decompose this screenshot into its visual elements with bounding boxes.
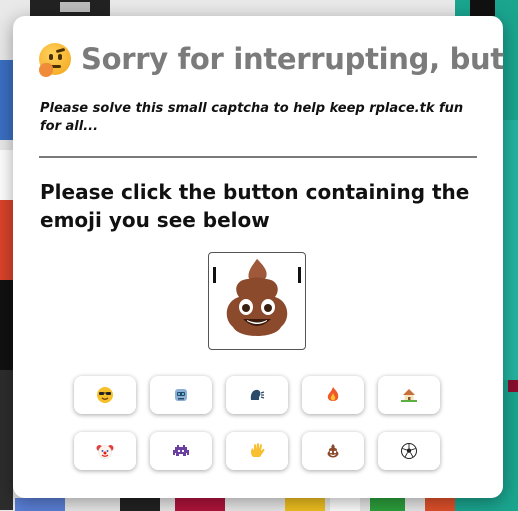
pile-of-poo-icon [213, 259, 301, 336]
fire-icon [327, 387, 339, 401]
dialog-title-text: Sorry for interrupting, but [81, 42, 504, 76]
dialog-subtitle: Please solve this small captcha to help … [40, 101, 464, 134]
captcha-target-image [208, 252, 306, 350]
captcha-prompt: Please click the button containing the e… [40, 180, 470, 232]
waving-hand-icon [251, 443, 265, 457]
option-fire-button[interactable] [302, 376, 364, 414]
dialog-title: Sorry for interrupting, but [39, 42, 504, 77]
speaking-head-icon [250, 389, 265, 400]
robot-face-icon [175, 389, 187, 401]
clown-face-icon [96, 445, 114, 459]
captcha-dialog: Sorry for interrupting, but Please solve… [13, 16, 504, 498]
pile-of-poo-icon [327, 444, 339, 458]
smiling-face-with-sunglasses-icon [97, 387, 113, 403]
option-soccer-ball-button[interactable] [378, 432, 440, 470]
divider [39, 156, 477, 158]
option-sunglasses-button[interactable] [74, 376, 136, 414]
alien-monster-icon [173, 445, 189, 456]
option-speaking-head-button[interactable] [226, 376, 288, 414]
house-with-garden-icon [401, 389, 417, 402]
option-pile-of-poo-button[interactable] [302, 432, 364, 470]
option-house-button[interactable] [378, 376, 440, 414]
option-waving-hand-button[interactable] [226, 432, 288, 470]
option-robot-button[interactable] [150, 376, 212, 414]
option-alien-monster-button[interactable] [150, 432, 212, 470]
thinking-face-icon [39, 43, 71, 77]
soccer-ball-icon [401, 443, 417, 459]
option-clown-button[interactable] [74, 432, 136, 470]
emoji-options [74, 376, 444, 470]
